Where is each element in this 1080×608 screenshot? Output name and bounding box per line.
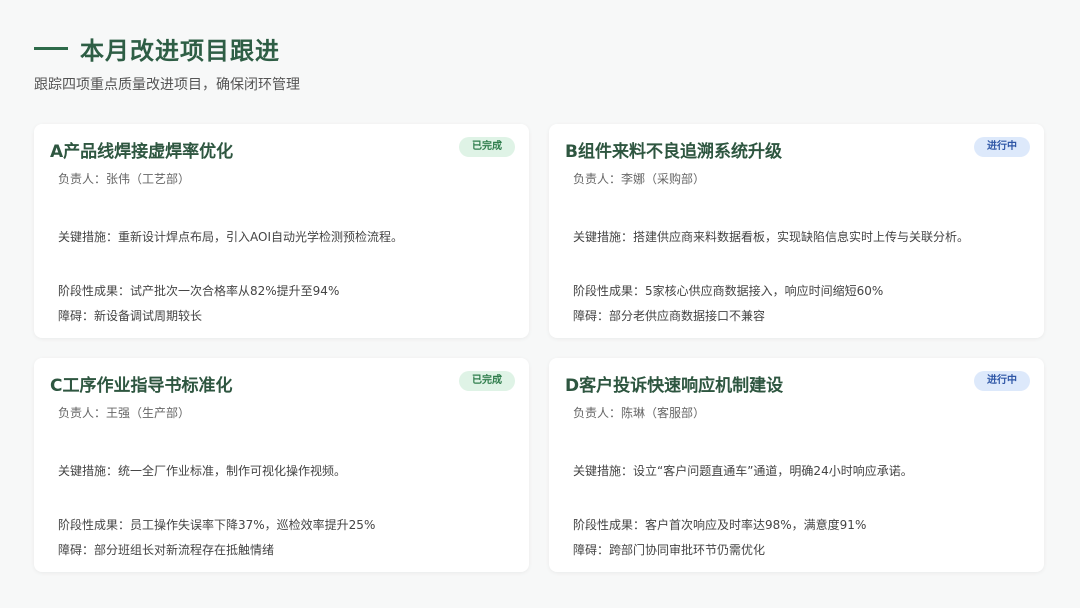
card-owner: 负责人：张伟（工艺部） — [58, 172, 191, 186]
status-badge: 已完成 — [459, 371, 515, 391]
page-header: 本月改进项目跟进 跟踪四项重点质量改进项目，确保闭环管理 — [34, 30, 1046, 94]
card-owner: 负责人：李娜（采购部） — [573, 172, 706, 186]
card-measures: 关键措施：搭建供应商来料数据看板，实现缺陷信息实时上传与关联分析。 — [573, 230, 970, 244]
page-title: 本月改进项目跟进 — [80, 36, 280, 65]
title-row: 本月改进项目跟进 — [34, 30, 1046, 66]
card-title: D客户投诉快速响应机制建设 — [565, 376, 784, 396]
card-obstacle: 障碍：跨部门协同审批环节仍需优化 — [573, 543, 766, 557]
card-owner: 负责人：王强（生产部） — [58, 406, 191, 420]
card-measures: 关键措施：重新设计焊点布局，引入AOI自动光学检测预检流程。 — [58, 230, 403, 244]
project-card-a: A产品线焊接虚焊率优化 已完成 负责人：张伟（工艺部） 关键措施：重新设计焊点布… — [34, 124, 529, 338]
card-measures: 关键措施：设立“客户问题直通车”通道，明确24小时响应承诺。 — [573, 464, 913, 478]
card-measures: 关键措施：统一全厂作业标准，制作可视化操作视频。 — [58, 464, 347, 478]
project-card-grid: A产品线焊接虚焊率优化 已完成 负责人：张伟（工艺部） 关键措施：重新设计焊点布… — [34, 124, 1044, 574]
card-result: 阶段性成果：试产批次一次合格率从82%提升至94% — [58, 284, 340, 298]
card-title: C工序作业指导书标准化 — [50, 376, 233, 396]
project-card-d: D客户投诉快速响应机制建设 进行中 负责人：陈琳（客服部） 关键措施：设立“客户… — [549, 358, 1044, 572]
project-card-c: C工序作业指导书标准化 已完成 负责人：王强（生产部） 关键措施：统一全厂作业标… — [34, 358, 529, 572]
card-owner: 负责人：陈琳（客服部） — [573, 406, 706, 420]
status-badge: 进行中 — [974, 137, 1030, 157]
card-obstacle: 障碍：部分老供应商数据接口不兼容 — [573, 309, 766, 323]
card-title: A产品线焊接虚焊率优化 — [50, 142, 234, 162]
card-result: 阶段性成果：5家核心供应商数据接入，响应时间缩短60% — [573, 284, 884, 298]
card-obstacle: 障碍：部分班组长对新流程存在抵触情绪 — [58, 543, 275, 557]
project-card-b: B组件来料不良追溯系统升级 进行中 负责人：李娜（采购部） 关键措施：搭建供应商… — [549, 124, 1044, 338]
card-obstacle: 障碍：新设备调试周期较长 — [58, 309, 203, 323]
card-result: 阶段性成果：客户首次响应及时率达98%，满意度91% — [573, 518, 867, 532]
status-badge: 进行中 — [974, 371, 1030, 391]
status-badge: 已完成 — [459, 137, 515, 157]
card-result: 阶段性成果：员工操作失误率下降37%，巡检效率提升25% — [58, 518, 376, 532]
page-subtitle: 跟踪四项重点质量改进项目，确保闭环管理 — [34, 77, 300, 93]
card-title: B组件来料不良追溯系统升级 — [565, 142, 782, 162]
title-accent-bar — [34, 46, 68, 50]
